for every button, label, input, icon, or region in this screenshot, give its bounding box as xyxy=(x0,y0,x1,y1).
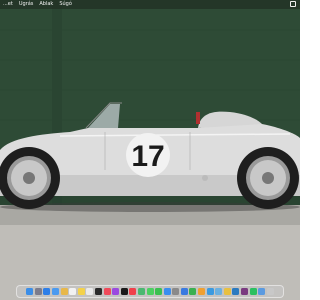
desktop[interactable]: 17 ...et Ugrás Ablak Súgó xyxy=(0,0,300,300)
control-center-icon[interactable] xyxy=(290,1,296,7)
xcode-icon[interactable] xyxy=(206,288,214,295)
menu-item-window[interactable]: Ablak xyxy=(39,0,53,9)
keynote-icon[interactable] xyxy=(180,288,188,295)
preview-icon[interactable] xyxy=(215,288,223,295)
spotify-icon[interactable] xyxy=(249,288,257,295)
menu-item-file[interactable]: ...et xyxy=(3,0,13,9)
settings-icon[interactable] xyxy=(172,288,180,295)
maps-icon[interactable] xyxy=(137,288,145,295)
podcasts-icon[interactable] xyxy=(112,288,120,295)
dock xyxy=(16,285,284,298)
mail-icon[interactable] xyxy=(51,288,59,295)
finder-icon[interactable] xyxy=(26,288,34,295)
rear-wheel xyxy=(237,147,299,209)
photos-icon[interactable] xyxy=(60,288,68,295)
reminders-icon[interactable] xyxy=(86,288,94,295)
fuel-cap xyxy=(202,175,208,181)
trash-icon[interactable] xyxy=(266,288,274,295)
race-number: 17 xyxy=(131,140,164,173)
terminal-icon[interactable] xyxy=(94,288,102,295)
menu-item-go[interactable]: Ugrás xyxy=(19,0,34,9)
front-wheel xyxy=(0,147,60,209)
chrome-icon[interactable] xyxy=(223,288,231,295)
facetime-icon[interactable] xyxy=(155,288,163,295)
menu-item-help[interactable]: Súgó xyxy=(59,0,72,9)
slack-icon[interactable] xyxy=(241,288,249,295)
appstore-icon[interactable] xyxy=(163,288,171,295)
launchpad-icon[interactable] xyxy=(34,288,42,295)
messages-icon[interactable] xyxy=(146,288,154,295)
pages-icon[interactable] xyxy=(198,288,206,295)
tail-light xyxy=(196,112,200,124)
menu-bar: ...et Ugrás Ablak Súgó xyxy=(0,0,300,9)
downloads-icon[interactable] xyxy=(258,288,266,295)
safari-icon[interactable] xyxy=(43,288,51,295)
music-icon[interactable] xyxy=(103,288,111,295)
tv-icon[interactable] xyxy=(120,288,128,295)
calendar-icon[interactable] xyxy=(69,288,77,295)
news-icon[interactable] xyxy=(129,288,137,295)
vscode-icon[interactable] xyxy=(232,288,240,295)
notes-icon[interactable] xyxy=(77,288,85,295)
numbers-icon[interactable] xyxy=(189,288,197,295)
wallpaper: 17 xyxy=(0,0,300,300)
